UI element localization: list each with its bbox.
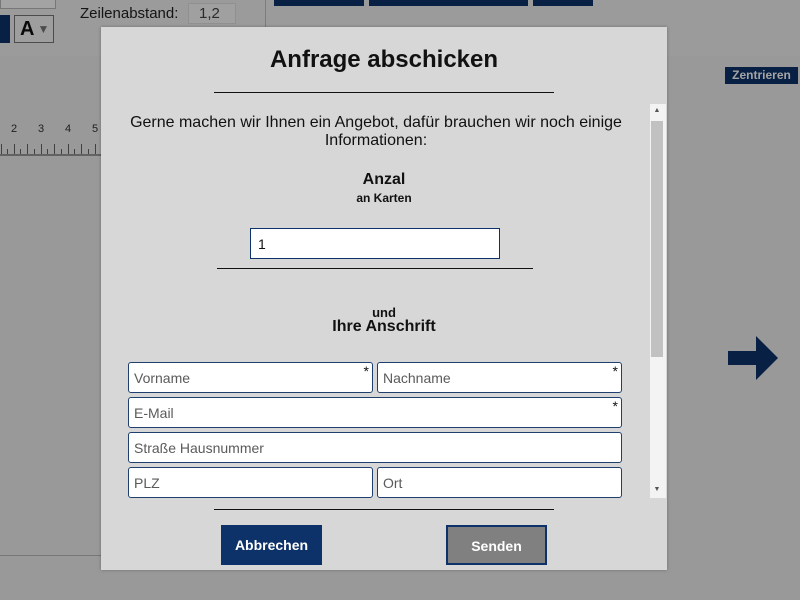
required-marker: * xyxy=(612,363,618,379)
send-button[interactable]: Senden xyxy=(446,525,547,565)
intro-text: Gerne machen wir Ihnen ein Angebot, dafü… xyxy=(130,114,622,149)
first-name-input[interactable] xyxy=(129,363,372,392)
email-input[interactable] xyxy=(129,398,621,427)
request-dialog: Anfrage abschicken Gerne machen wir Ihne… xyxy=(101,27,667,570)
address-title: Ihre Anschrift xyxy=(332,318,436,335)
scrollbar-thumb[interactable] xyxy=(651,121,663,357)
quantity-input[interactable] xyxy=(250,228,500,259)
last-name-field[interactable]: * xyxy=(377,362,622,393)
email-field[interactable]: * xyxy=(128,397,622,428)
scroll-up-icon[interactable]: ▲ xyxy=(650,104,664,118)
required-marker: * xyxy=(612,398,618,414)
city-input[interactable] xyxy=(378,468,621,497)
title-divider xyxy=(214,92,554,93)
scroll-down-icon[interactable]: ▼ xyxy=(650,483,664,497)
quantity-divider xyxy=(217,268,533,269)
quantity-title: Anzal xyxy=(362,171,406,188)
cancel-button[interactable]: Abbrechen xyxy=(221,525,322,565)
zip-input[interactable] xyxy=(129,468,372,497)
last-name-input[interactable] xyxy=(378,363,621,392)
dialog-title: Anfrage abschicken xyxy=(269,46,499,73)
first-name-field[interactable]: * xyxy=(128,362,373,393)
quantity-subtitle: an Karten xyxy=(356,191,412,205)
footer-divider xyxy=(214,509,554,510)
dialog-scrollbar[interactable]: ▲ ▼ xyxy=(650,104,666,498)
zip-field[interactable] xyxy=(128,467,373,498)
dialog-scroll-content[interactable]: Gerne machen wir Ihnen ein Angebot, dafü… xyxy=(101,104,667,498)
street-field[interactable] xyxy=(128,432,622,463)
required-marker: * xyxy=(363,363,369,379)
street-input[interactable] xyxy=(129,433,621,462)
city-field[interactable] xyxy=(377,467,622,498)
